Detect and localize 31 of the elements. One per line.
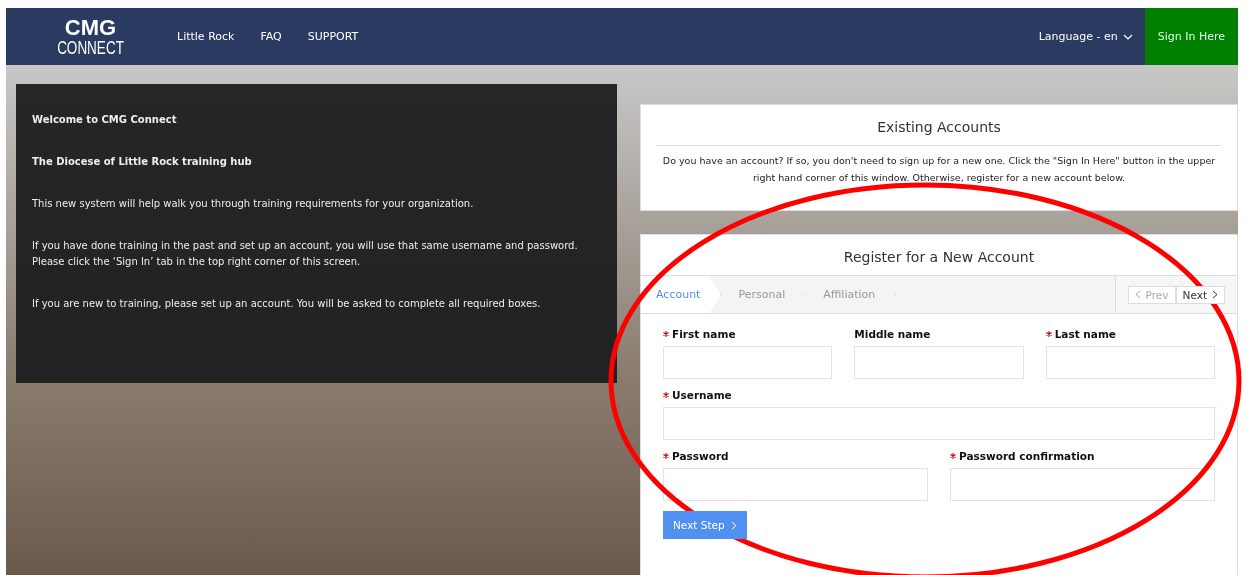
welcome-text: The Diocese of Little Rock training hub	[32, 155, 253, 169]
nav-link[interactable]: Little Rock	[177, 30, 235, 43]
field-label: Password confirmation	[959, 450, 1095, 462]
sign-in-button[interactable]: Sign In Here	[1144, 8, 1238, 65]
next-button[interactable]: Next	[1175, 285, 1225, 304]
input-field[interactable]	[663, 346, 833, 379]
field-label: Username	[672, 389, 732, 401]
field-label: Password	[672, 450, 729, 462]
nav-link[interactable]: SUPPORT	[307, 30, 359, 43]
welcome-text: If you have done training in the past and set up an account, you will use that same username and password. Please click the ‘Sign In’ tab in the top right corner of this screen.	[32, 239, 579, 269]
chevron-right-icon	[1212, 290, 1218, 299]
language-dropdown[interactable]: Language - en	[1038, 30, 1133, 43]
input-field[interactable]	[950, 468, 1215, 501]
input-field[interactable]	[663, 468, 928, 501]
input-field[interactable]	[1045, 346, 1215, 379]
welcome-text: If you are new to training, please set up an account. You will be asked to complete all required boxes.	[32, 297, 542, 311]
chevron-left-icon	[1134, 290, 1141, 299]
input-field[interactable]	[663, 407, 1215, 440]
field-label: Last name	[1054, 328, 1116, 340]
card-title: Existing Accounts	[876, 118, 1002, 135]
field-label: First name	[672, 328, 736, 340]
welcome-text: Welcome to CMG Connect	[32, 113, 178, 127]
welcome-text: This new system will help walk you through training requirements for your organization.	[32, 197, 475, 211]
chevron-down-icon	[1122, 33, 1133, 40]
info-text: Do you have an account? If so, you don't need to sign up for a new one. Click the "Sign In Here" button in the upper right hand corner of this window. Otherwise, register for a new account below.	[661, 154, 1217, 185]
logo[interactable]: CMG CONNECT	[46, 16, 135, 57]
card-title: Register for a New Account	[842, 248, 1036, 265]
nav-link[interactable]: FAQ	[260, 30, 282, 43]
field-label: Middle name	[854, 328, 931, 340]
input-field[interactable]	[854, 346, 1024, 379]
chevron-right-icon	[730, 520, 737, 530]
